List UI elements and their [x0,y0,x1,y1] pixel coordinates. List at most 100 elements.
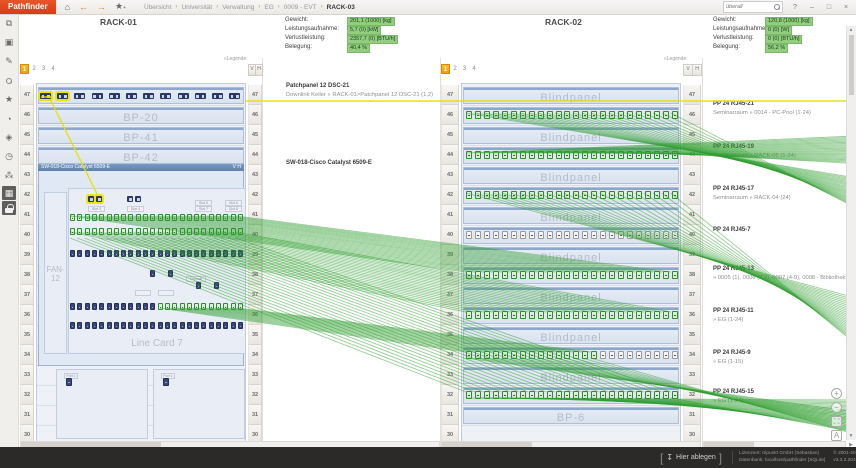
port[interactable] [180,322,185,329]
port[interactable] [216,250,221,257]
fiber-port[interactable] [40,93,51,99]
port[interactable] [187,322,192,329]
port[interactable] [209,303,214,310]
port[interactable] [627,231,633,239]
port[interactable] [636,311,642,319]
port[interactable] [591,231,597,239]
port[interactable] [196,282,201,289]
port[interactable] [502,191,508,199]
port[interactable] [475,111,481,119]
port[interactable] [645,351,651,359]
port[interactable] [672,271,678,279]
port[interactable] [99,228,104,235]
port[interactable] [609,391,615,399]
port[interactable] [121,228,126,235]
slot-uplink-port[interactable] [88,196,94,202]
port[interactable] [511,351,517,359]
port[interactable] [165,228,170,235]
port[interactable] [618,391,624,399]
port[interactable] [172,250,177,257]
port[interactable] [564,151,570,159]
port[interactable] [150,228,155,235]
port[interactable] [520,311,526,319]
port[interactable] [201,228,206,235]
port[interactable] [591,311,597,319]
home-icon[interactable]: ⌂ [65,0,70,14]
port[interactable] [573,111,579,119]
rack-tab-3[interactable]: 3 [460,64,469,74]
port[interactable] [466,231,472,239]
search-input[interactable] [724,4,774,10]
slot-uplink-port[interactable] [127,196,133,202]
port[interactable] [618,111,624,119]
port[interactable] [663,391,669,399]
breadcrumb-item[interactable]: Verwaltung [222,4,254,11]
port[interactable] [238,214,243,221]
port[interactable] [618,231,624,239]
zoom-out-button[interactable]: − [831,402,842,413]
blindpanel[interactable]: BP-6 [463,407,679,424]
port[interactable] [582,271,588,279]
legend-toggle[interactable]: «Legende [664,56,686,62]
port[interactable] [85,214,90,221]
port[interactable] [538,191,544,199]
drop-here-button[interactable]: [ ↧ Hier ablegen ] [660,451,722,465]
back-icon[interactable]: ← [79,0,88,14]
port[interactable] [573,191,579,199]
port[interactable] [591,391,597,399]
port[interactable] [654,311,660,319]
port[interactable] [645,111,651,119]
port[interactable] [493,351,499,359]
forward-icon[interactable]: → [97,0,106,14]
port[interactable] [529,231,535,239]
port[interactable] [591,351,597,359]
minimize-button[interactable]: – [807,4,817,11]
port[interactable] [582,351,588,359]
port[interactable] [600,351,606,359]
port[interactable] [209,250,214,257]
port[interactable] [573,351,579,359]
port[interactable] [114,322,119,329]
port[interactable] [538,271,544,279]
port[interactable] [143,250,148,257]
port[interactable] [520,111,526,119]
scrollbar-thumb[interactable] [849,35,854,95]
port[interactable] [520,351,526,359]
port[interactable] [180,228,185,235]
port[interactable] [238,228,243,235]
view-h-button[interactable]: H [255,64,263,76]
port[interactable] [466,391,472,399]
port[interactable] [99,214,104,221]
blindpanel[interactable]: Blindpanel [463,87,679,104]
port[interactable] [636,231,642,239]
port[interactable] [70,322,75,329]
port[interactable] [136,250,141,257]
port[interactable] [77,322,82,329]
port[interactable] [475,231,481,239]
port[interactable] [99,303,104,310]
port[interactable] [672,151,678,159]
close-button[interactable]: × [841,4,851,11]
scroll-up-arrow[interactable]: ▲ [847,27,855,33]
port[interactable] [187,250,192,257]
blindpanel[interactable]: Blindpanel [463,127,679,144]
port[interactable] [475,151,481,159]
port[interactable] [564,271,570,279]
tags-icon[interactable]: ◈ [0,128,18,147]
port[interactable] [92,228,97,235]
port[interactable] [194,322,199,329]
port[interactable] [172,228,177,235]
port[interactable] [493,391,499,399]
port[interactable] [502,271,508,279]
port[interactable] [165,214,170,221]
port[interactable] [636,351,642,359]
port[interactable] [645,151,651,159]
port[interactable] [547,271,553,279]
port[interactable] [77,228,82,235]
port[interactable] [136,214,141,221]
port[interactable] [636,191,642,199]
breadcrumb-item[interactable]: EG [264,4,273,11]
blindpanel[interactable]: Blindpanel [463,287,679,304]
port[interactable] [529,271,535,279]
breadcrumb-item[interactable]: Übersicht [144,4,171,11]
